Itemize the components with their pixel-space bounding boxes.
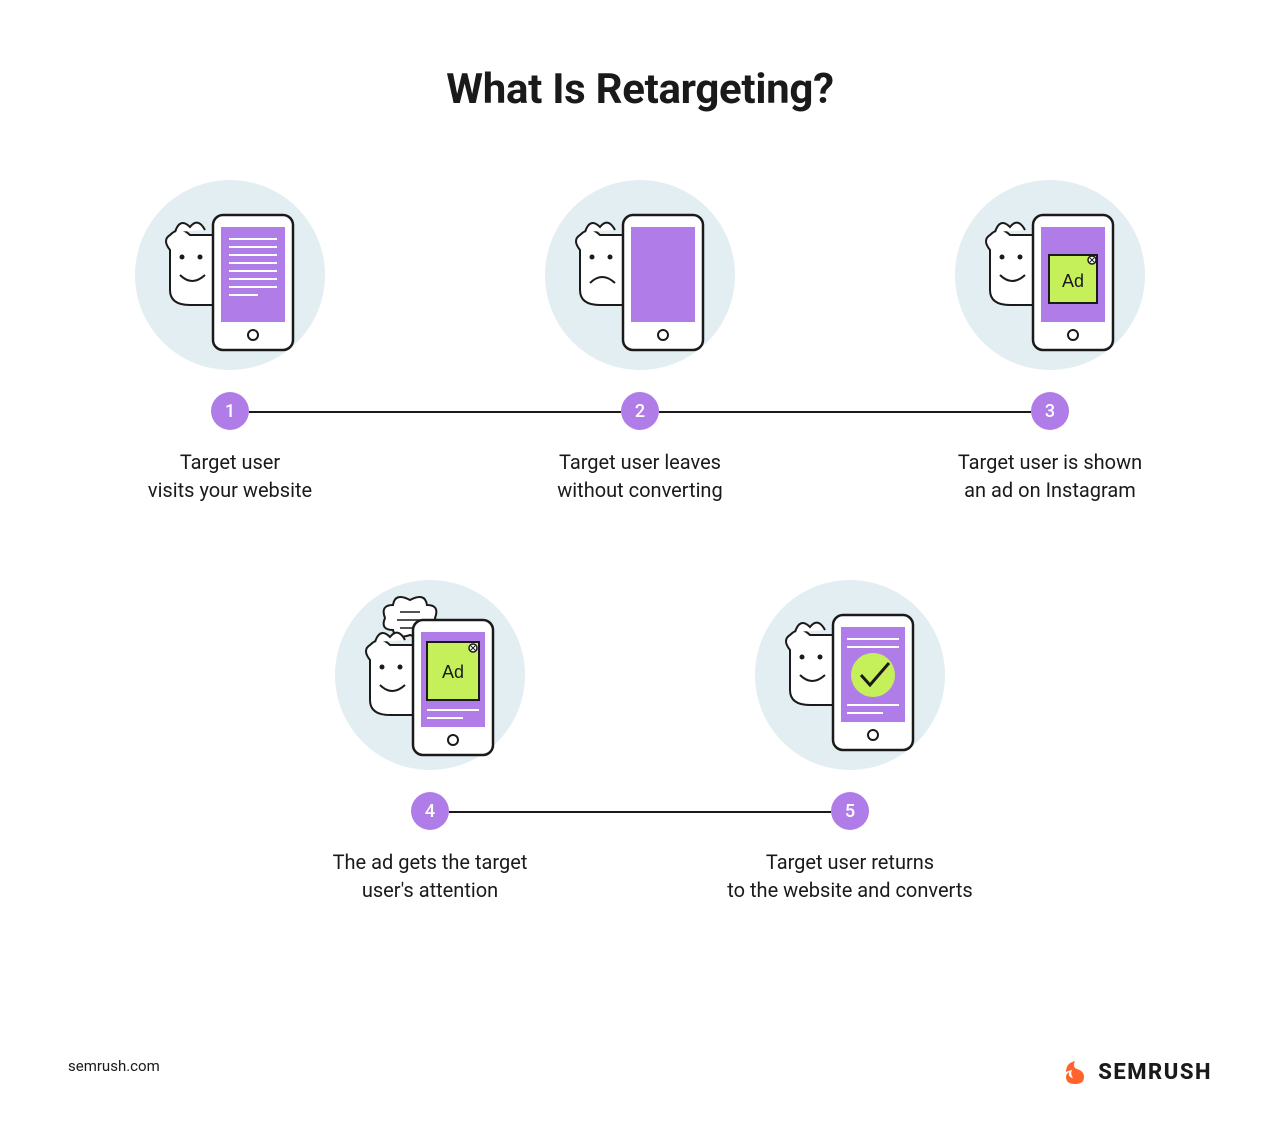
step-2: 2 Target user leaves without converting <box>510 180 770 504</box>
step-1-number: 1 <box>211 392 249 430</box>
step-3-caption: Target user is shown an ad on Instagram <box>920 448 1180 504</box>
step-4-number: 4 <box>411 792 449 830</box>
connector-2-3 <box>659 411 1031 413</box>
step-4-caption: The ad gets the target user's attention <box>300 848 560 904</box>
step-5: 5 Target user returns to the website and… <box>720 580 980 904</box>
step-3-illustration: Ad <box>955 180 1145 370</box>
step-1: 1 Target user visits your website <box>100 180 360 504</box>
brand-logo: SEMRUSH <box>1062 1059 1212 1085</box>
step-3-number: 3 <box>1031 392 1069 430</box>
step-1-caption: Target user visits your website <box>100 448 360 504</box>
step-1-illustration <box>135 180 325 370</box>
step-5-illustration <box>755 580 945 770</box>
step-3: Ad 3 Target user is shown an ad on Insta… <box>920 180 1180 504</box>
flame-icon <box>1062 1059 1088 1085</box>
brand-text: SEMRUSH <box>1098 1060 1212 1085</box>
ad-label: Ad <box>442 662 464 682</box>
ad-label: Ad <box>1062 271 1084 291</box>
footer-url: semrush.com <box>68 1057 160 1075</box>
step-2-number: 2 <box>621 392 659 430</box>
step-5-caption: Target user returns to the website and c… <box>720 848 980 904</box>
step-2-caption: Target user leaves without converting <box>510 448 770 504</box>
step-5-number: 5 <box>831 792 869 830</box>
page-title: What Is Retargeting? <box>0 65 1280 114</box>
step-4-illustration: Ad <box>335 580 525 770</box>
step-4: Ad 4 The ad gets the target user's atten… <box>300 580 560 904</box>
step-2-illustration <box>545 180 735 370</box>
connector-1-2 <box>249 411 621 413</box>
connector-4-5 <box>449 811 831 813</box>
